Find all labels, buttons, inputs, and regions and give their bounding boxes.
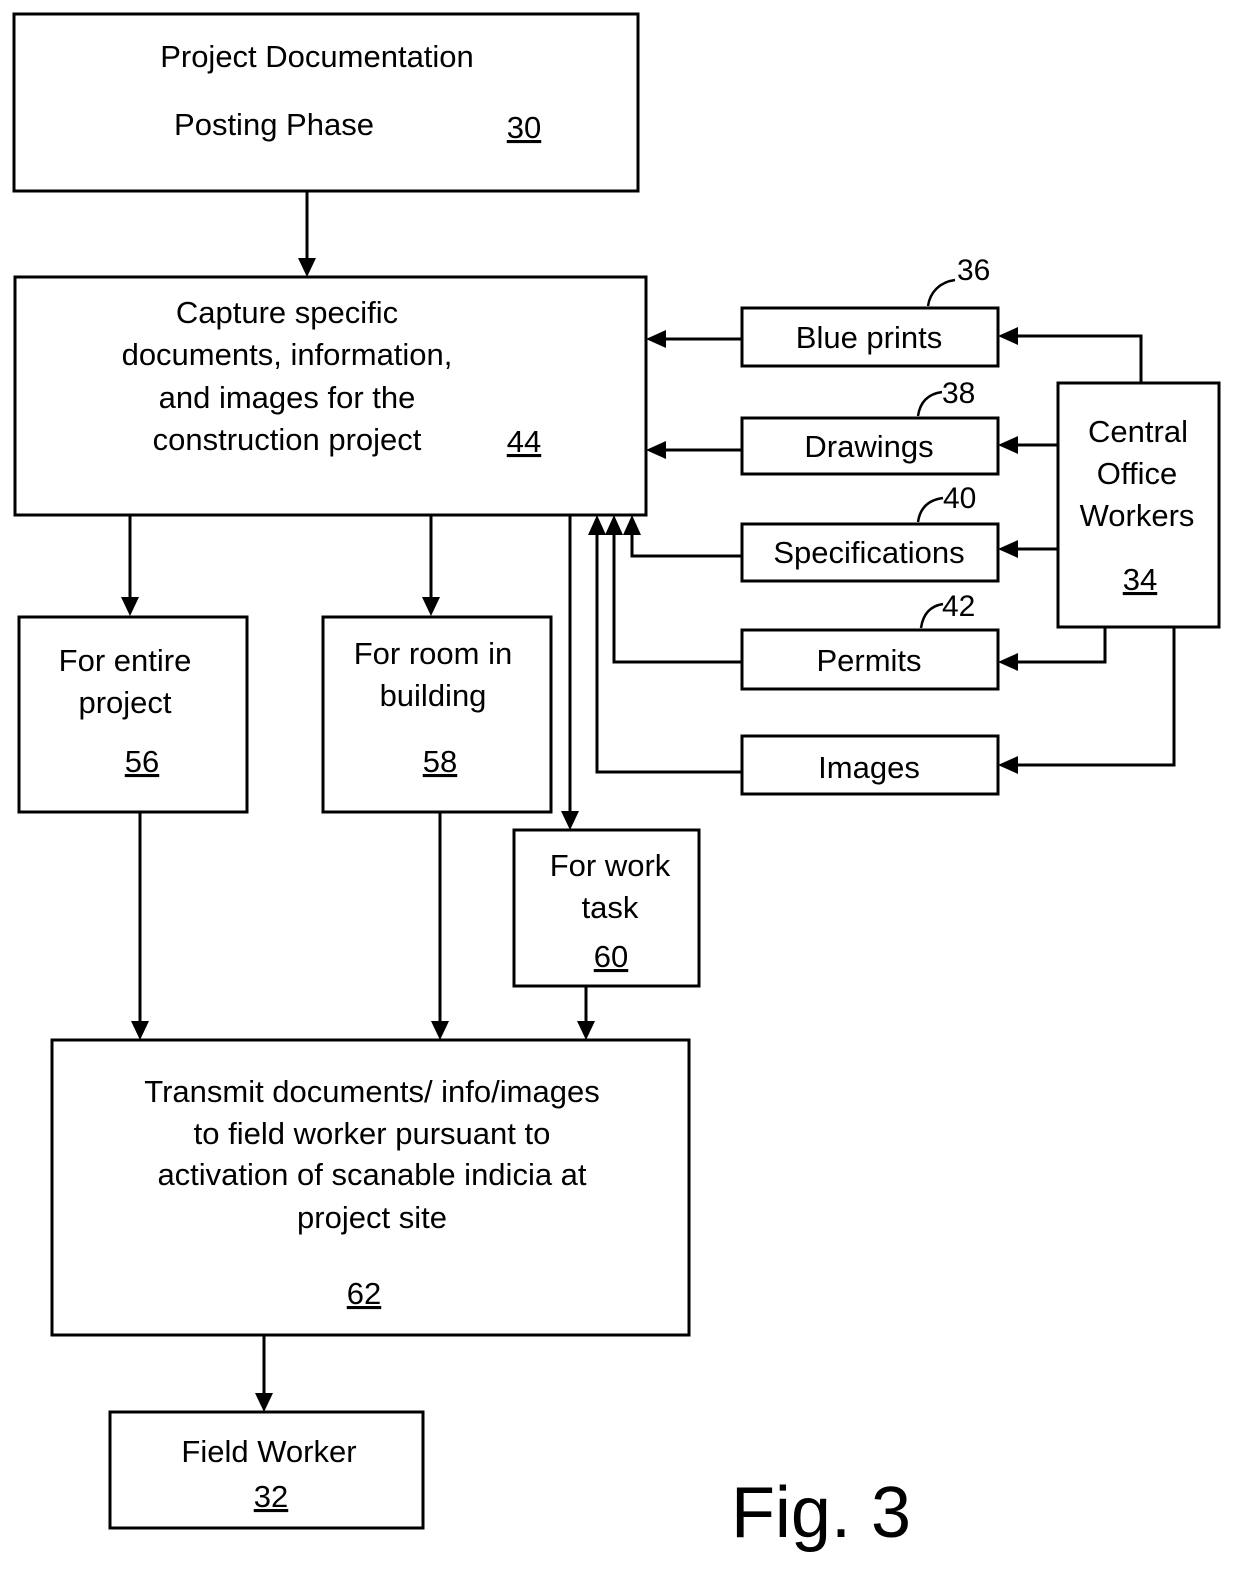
callout-leader-38 bbox=[916, 390, 943, 417]
central-office-workers-box: Central Office Workers 34 bbox=[1056, 381, 1221, 629]
entire-line-2: project bbox=[78, 685, 171, 720]
arrow-central-to-images bbox=[998, 627, 1176, 774]
arrow-entire-to-transmit bbox=[131, 812, 149, 1040]
capture-line-2: documents, information, bbox=[122, 337, 453, 372]
capture-ref: 44 bbox=[507, 424, 541, 459]
drawings-box: Drawings 38 bbox=[740, 377, 1000, 476]
specifications-label: Specifications bbox=[773, 535, 964, 570]
task-line-1: For work bbox=[550, 848, 671, 883]
arrow-blueprints-to-capture bbox=[646, 330, 742, 348]
arrow-images-to-capture bbox=[588, 515, 742, 774]
capture-line-3: and images for the bbox=[159, 380, 416, 415]
central-line-1: Central bbox=[1088, 414, 1188, 449]
arrow-central-to-specifications bbox=[998, 540, 1058, 558]
permits-label: Permits bbox=[816, 643, 921, 678]
permits-box: Permits 42 bbox=[740, 590, 1000, 691]
central-line-2: Office bbox=[1097, 456, 1177, 491]
entire-ref: 56 bbox=[125, 744, 159, 779]
capture-line-4: construction project bbox=[153, 422, 422, 457]
entire-project-box: For entire project 56 bbox=[17, 615, 249, 814]
entire-line-1: For entire bbox=[59, 643, 192, 678]
permits-callout: 42 bbox=[942, 590, 975, 623]
arrow-capture-to-room bbox=[422, 515, 440, 616]
images-label: Images bbox=[818, 750, 920, 785]
specifications-callout: 40 bbox=[943, 482, 976, 515]
capture-line-1: Capture specific bbox=[176, 295, 398, 330]
arrow-permits-to-capture bbox=[605, 515, 742, 664]
drawings-label: Drawings bbox=[804, 429, 933, 464]
flow-diagram: Project Documentation Posting Phase 30 C… bbox=[12, 12, 1221, 1553]
images-box: Images bbox=[740, 734, 1000, 796]
field-worker-ref: 32 bbox=[254, 1479, 288, 1514]
arrow-room-to-transmit bbox=[431, 812, 449, 1040]
room-ref: 58 bbox=[423, 744, 457, 779]
field-worker-box: Field Worker 32 bbox=[108, 1410, 425, 1530]
arrow-drawings-to-capture bbox=[646, 441, 742, 459]
posting-phase-box: Project Documentation Posting Phase 30 bbox=[12, 12, 640, 193]
room-in-building-box: For room in building 58 bbox=[321, 615, 553, 814]
task-ref: 60 bbox=[594, 939, 628, 974]
arrow-posting-to-capture bbox=[298, 191, 316, 277]
arrow-central-to-blueprints bbox=[998, 327, 1143, 383]
transmit-ref: 62 bbox=[347, 1276, 381, 1311]
arrow-task-to-transmit bbox=[577, 986, 595, 1040]
posting-phase-ref: 30 bbox=[507, 110, 541, 145]
transmit-line-4: project site bbox=[297, 1200, 447, 1235]
field-worker-label: Field Worker bbox=[181, 1434, 356, 1469]
room-line-2: building bbox=[380, 678, 487, 713]
arrow-capture-to-task bbox=[561, 515, 579, 830]
transmit-line-3: activation of scanable indicia at bbox=[157, 1157, 586, 1192]
task-line-2: task bbox=[582, 890, 639, 925]
blueprints-label: Blue prints bbox=[796, 320, 942, 355]
drawings-callout: 38 bbox=[942, 377, 975, 410]
figure-label: Fig. 3 bbox=[731, 1473, 911, 1553]
capture-box: Capture specific documents, information,… bbox=[13, 275, 648, 517]
room-line-1: For room in bbox=[354, 636, 512, 671]
central-ref: 34 bbox=[1123, 562, 1157, 597]
posting-phase-subtitle: Posting Phase bbox=[174, 107, 374, 142]
arrow-capture-to-entire bbox=[121, 515, 139, 616]
arrow-central-to-drawings bbox=[998, 436, 1058, 454]
blueprints-callout: 36 bbox=[957, 254, 990, 287]
transmit-line-2: to field worker pursuant to bbox=[194, 1116, 551, 1151]
arrow-central-to-permits bbox=[998, 627, 1107, 671]
transmit-box: Transmit documents/ info/images to field… bbox=[50, 1038, 691, 1337]
transmit-line-1: Transmit documents/ info/images bbox=[144, 1074, 599, 1109]
arrow-specifications-to-capture bbox=[623, 515, 742, 558]
callout-leader-36 bbox=[926, 278, 956, 307]
arrow-transmit-to-field-worker bbox=[255, 1335, 273, 1412]
central-line-3: Workers bbox=[1080, 498, 1195, 533]
callout-leader-42 bbox=[919, 602, 944, 629]
posting-phase-title: Project Documentation bbox=[160, 39, 474, 74]
blueprints-box: Blue prints 36 bbox=[740, 254, 1000, 368]
specifications-box: Specifications 40 bbox=[740, 482, 1000, 583]
callout-leader-40 bbox=[916, 496, 944, 523]
work-task-box: For work task 60 bbox=[512, 828, 701, 988]
